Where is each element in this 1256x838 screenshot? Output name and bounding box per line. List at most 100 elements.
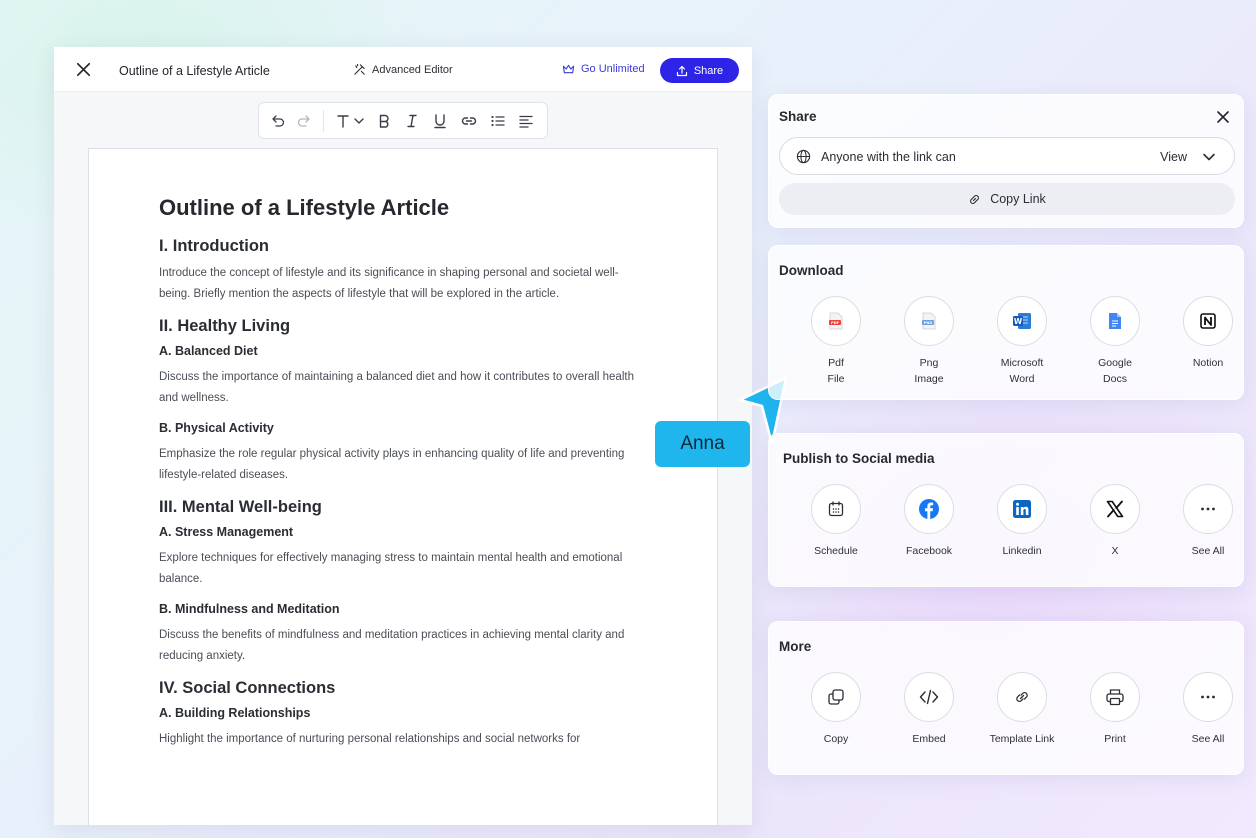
social-see-all-button[interactable]: See All [1168, 484, 1248, 559]
svg-text:PNG: PNG [924, 321, 933, 325]
more-label: Embed [912, 733, 946, 745]
social-label: Facebook [905, 545, 953, 557]
svg-text:PDF: PDF [831, 321, 840, 325]
download-pdf-button[interactable]: PDF Pdf File [796, 296, 876, 387]
social-title: Publish to Social media [783, 451, 935, 466]
undo-icon[interactable] [269, 112, 287, 130]
italic-icon[interactable] [403, 112, 421, 130]
download-label-line1: Notion [1192, 357, 1224, 369]
x-icon [1090, 484, 1140, 534]
notion-icon [1183, 296, 1233, 346]
download-label: Notion [1168, 355, 1248, 371]
copy-button[interactable]: Copy [796, 672, 876, 747]
go-unlimited-label: Go Unlimited [581, 63, 645, 75]
align-left-icon[interactable] [517, 112, 535, 130]
social-publish-panel: Publish to Social media Schedule Faceboo… [768, 433, 1244, 587]
download-label-line2: Docs [1103, 373, 1127, 385]
download-notion-button[interactable]: Notion [1168, 296, 1248, 371]
subsection-heading: A. Building Relationships [159, 706, 311, 720]
download-google-docs-button[interactable]: Google Docs [1075, 296, 1155, 387]
download-title: Download [779, 263, 844, 278]
paragraph: Discuss the benefits of mindfulness and … [159, 629, 625, 662]
link-access-value: View [1160, 150, 1187, 164]
svg-text:W: W [1014, 317, 1023, 326]
download-label: Google Docs [1075, 355, 1155, 387]
document-editor: Outline of a Lifestyle Article Advanced … [54, 47, 752, 825]
section-heading: II. Healthy Living [159, 317, 291, 335]
paragraph: Highlight the importance of nurturing pe… [159, 733, 581, 745]
download-png-button[interactable]: PNG Png Image [889, 296, 969, 387]
paragraph: Introduce the concept of lifestyle and i… [159, 267, 619, 300]
subsection-heading: A. Stress Management [159, 525, 294, 539]
subsection-heading: B. Physical Activity [159, 421, 274, 435]
section-heading: III. Mental Well-being [159, 498, 322, 516]
more-panel: More Copy Embed Template Link Print See … [768, 621, 1244, 775]
linkedin-icon [997, 484, 1047, 534]
download-word-button[interactable]: W Microsoft Word [982, 296, 1062, 387]
more-label: Copy [823, 733, 849, 745]
section-heading: IV. Social Connections [159, 679, 336, 697]
google-docs-icon [1090, 296, 1140, 346]
pdf-file-icon: PDF [811, 296, 861, 346]
redo-icon[interactable] [295, 112, 313, 130]
editor-top-bar: Outline of a Lifestyle Article Advanced … [54, 47, 752, 92]
embed-code-icon [904, 672, 954, 722]
subsection-heading: B. Mindfulness and Meditation [159, 602, 340, 616]
copy-icon [811, 672, 861, 722]
download-label: Pdf File [796, 355, 876, 387]
png-image-icon: PNG [904, 296, 954, 346]
more-label: Print [1104, 733, 1126, 745]
link-icon[interactable] [460, 112, 478, 130]
download-label: Microsoft Word [982, 355, 1062, 387]
print-button[interactable]: Print [1075, 672, 1155, 747]
link-icon [997, 672, 1047, 722]
template-link-button[interactable]: Template Link [982, 672, 1062, 747]
collaborator-name-tag: Anna [655, 421, 750, 467]
more-see-all-button[interactable]: See All [1168, 672, 1248, 747]
globe-icon [796, 149, 811, 164]
underline-icon[interactable] [431, 112, 449, 130]
facebook-button[interactable]: Facebook [889, 484, 969, 559]
link-icon [970, 194, 980, 204]
social-label: Linkedin [1002, 545, 1042, 557]
share-panel: Share Anyone with the link can View Copy… [768, 94, 1244, 228]
upload-icon [676, 65, 687, 76]
share-label: Share [693, 64, 724, 77]
go-unlimited-button[interactable]: Go Unlimited [562, 63, 645, 75]
chevron-down-icon [1203, 153, 1215, 161]
magic-edit-icon [354, 63, 365, 75]
bold-icon[interactable] [375, 112, 393, 130]
share-button[interactable]: Share [660, 58, 739, 83]
bullet-list-icon[interactable] [489, 112, 507, 130]
more-icon [1183, 484, 1233, 534]
x-button[interactable]: X [1075, 484, 1155, 559]
download-label-line2: Word [1009, 373, 1035, 385]
schedule-button[interactable]: Schedule [796, 484, 876, 559]
linkedin-button[interactable]: Linkedin [982, 484, 1062, 559]
document-page[interactable]: Outline of a Lifestyle Article I. Introd… [88, 148, 718, 825]
printer-icon [1090, 672, 1140, 722]
download-label-line1: Pdf [828, 357, 844, 369]
copy-link-button[interactable]: Copy Link [779, 183, 1235, 215]
advanced-editor-button[interactable]: Advanced Editor [353, 63, 453, 76]
download-label-line1: Google [1098, 357, 1132, 369]
close-icon[interactable] [1215, 109, 1231, 125]
advanced-editor-label: Advanced Editor [372, 63, 453, 76]
microsoft-word-icon: W [997, 296, 1047, 346]
link-access-select[interactable]: Anyone with the link can View [779, 137, 1235, 175]
download-label-line2: Image [914, 373, 944, 385]
document-title: Outline of a Lifestyle Article [159, 195, 450, 220]
facebook-icon [904, 484, 954, 534]
copy-link-label: Copy Link [990, 192, 1046, 206]
embed-button[interactable]: Embed [889, 672, 969, 747]
download-label-line1: Microsoft [1000, 357, 1044, 369]
text-style-dropdown-icon[interactable] [335, 112, 367, 130]
formatting-toolbar [258, 102, 548, 139]
social-label: Schedule [814, 545, 858, 557]
close-icon[interactable] [74, 60, 93, 79]
paragraph: Discuss the importance of maintaining a … [159, 371, 634, 404]
calendar-icon [811, 484, 861, 534]
paragraph: Explore techniques for effectively manag… [159, 552, 623, 585]
more-label: Template Link [989, 733, 1055, 745]
download-label: Png Image [889, 355, 969, 387]
